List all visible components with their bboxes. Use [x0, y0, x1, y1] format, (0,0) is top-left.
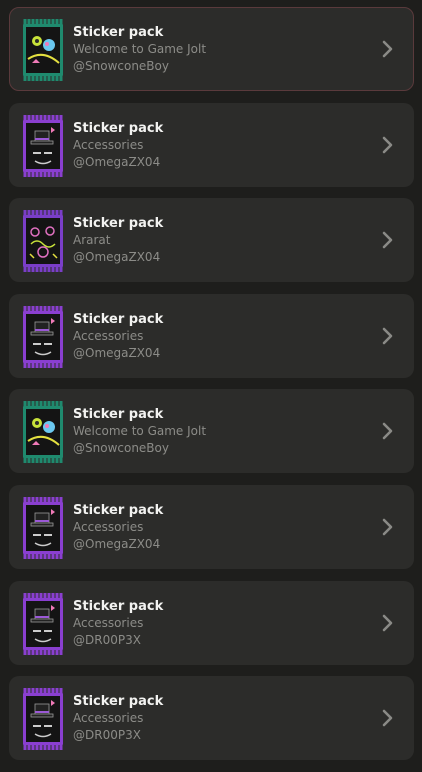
welcome-pack-art [23, 401, 63, 464]
sticker-pack-name: Ararat [73, 233, 111, 248]
chevron-right-icon [382, 518, 393, 536]
sticker-pack-title: Sticker pack [73, 216, 164, 232]
sticker-pack-thumbnail [23, 19, 63, 81]
sticker-pack-thumbnail [23, 305, 63, 368]
sticker-pack-title: Sticker pack [73, 598, 164, 614]
sticker-pack-card[interactable]: Sticker pack Accessories @DR00P3X [9, 580, 414, 665]
sticker-pack-thumbnail [23, 592, 63, 655]
sticker-pack-title: Sticker pack [73, 311, 164, 327]
sticker-pack-title: Sticker pack [73, 25, 164, 40]
accessories-pack-art [23, 496, 63, 559]
chevron-right-icon [382, 231, 393, 249]
accessories-pack-art [23, 688, 63, 751]
chevron-right-icon [382, 423, 393, 440]
sticker-pack-card[interactable]: Sticker pack Accessories @OmegaZX04 [9, 484, 414, 569]
chevron-right-icon [382, 136, 393, 153]
sticker-pack-author[interactable]: @OmegaZX04 [73, 536, 373, 553]
sticker-pack-card[interactable]: Sticker pack Ararat @OmegaZX04 [9, 198, 414, 283]
sticker-pack-list: Sticker pack Welcome to Game Jolt @Snowc… [9, 7, 414, 772]
sticker-pack-author[interactable]: @SnowconeBoy [73, 58, 373, 75]
chevron-right-icon [382, 40, 393, 58]
sticker-pack-card[interactable]: Sticker pack Accessories @OmegaZX04 [9, 102, 414, 187]
sticker-pack-thumbnail [23, 210, 63, 273]
sticker-pack-author[interactable]: @OmegaZX04 [73, 345, 373, 362]
welcome-pack-art [23, 19, 63, 81]
sticker-pack-author[interactable]: @SnowconeBoy [73, 440, 373, 457]
sticker-pack-title: Sticker pack [73, 120, 164, 136]
sticker-pack-name: Accessories [73, 519, 144, 534]
sticker-pack-name: Accessories [73, 615, 144, 630]
sticker-pack-name: Accessories [73, 328, 144, 343]
sticker-pack-thumbnail [23, 114, 63, 177]
ararat-pack-art [23, 210, 63, 273]
sticker-pack-thumbnail [23, 496, 63, 559]
sticker-pack-thumbnail [23, 688, 63, 751]
sticker-pack-title: Sticker pack [73, 502, 164, 518]
chevron-right-icon [382, 614, 393, 631]
sticker-pack-card[interactable]: Sticker pack Accessories @DR00P3X [9, 676, 414, 761]
sticker-pack-card[interactable]: Sticker pack Welcome to Game Jolt @Snowc… [9, 389, 414, 474]
sticker-pack-card[interactable]: Sticker pack Welcome to Game Jolt @Snowc… [9, 7, 414, 91]
chevron-right-icon [382, 327, 393, 345]
sticker-pack-author[interactable]: @DR00P3X [73, 727, 373, 744]
sticker-pack-title: Sticker pack [73, 694, 164, 710]
sticker-pack-thumbnail [23, 401, 63, 464]
sticker-pack-name: Accessories [73, 137, 144, 152]
sticker-pack-name: Welcome to Game Jolt [73, 42, 207, 56]
sticker-pack-title: Sticker pack [73, 407, 164, 423]
sticker-pack-name: Accessories [73, 711, 144, 726]
accessories-pack-art [23, 592, 63, 655]
chevron-right-icon [382, 709, 393, 727]
sticker-pack-author[interactable]: @OmegaZX04 [73, 154, 373, 171]
accessories-pack-art [23, 305, 63, 368]
sticker-pack-author[interactable]: @OmegaZX04 [73, 249, 373, 266]
sticker-pack-card[interactable]: Sticker pack Accessories @OmegaZX04 [9, 293, 414, 378]
sticker-pack-name: Welcome to Game Jolt [73, 424, 207, 439]
sticker-pack-author[interactable]: @DR00P3X [73, 632, 373, 649]
accessories-pack-art [23, 114, 63, 177]
